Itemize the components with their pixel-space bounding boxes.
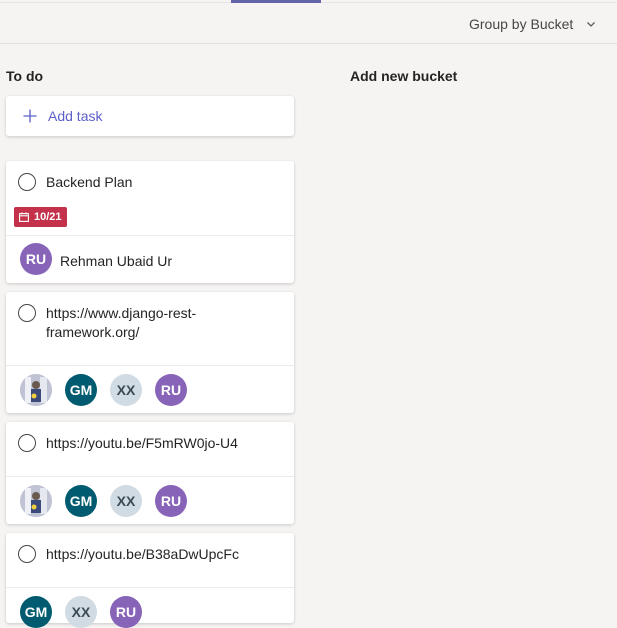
card-divider [6,476,294,477]
task-card[interactable]: Backend Plan 10/21 RU Rehman Ubaid Ur [6,161,294,283]
avatar[interactable]: RU [110,596,142,628]
add-task-label: Add task [48,108,103,124]
card-divider [6,235,294,236]
avatar[interactable]: GM [65,485,97,517]
task-title: https://youtu.be/B38aDwUpcFc [46,546,239,562]
plus-icon [23,109,37,123]
card-divider [6,365,294,366]
calendar-icon [19,212,29,222]
task-title: https://youtu.be/F5mRW0jo-U4 [46,435,238,451]
assignee-name: Rehman Ubaid Ur [60,253,173,269]
avatar-photo[interactable] [20,485,52,517]
task-card[interactable]: https://youtu.be/F5mRW0jo-U4 GM XX RU [6,422,294,524]
task-title: https://www.django-rest-framework.org/ [46,305,197,340]
top-toolbar: Group by Bucket [0,0,617,44]
avatar[interactable]: RU [155,374,187,406]
person-photo-icon [20,374,52,406]
avatar[interactable]: GM [20,596,52,628]
avatar-photo[interactable] [20,374,52,406]
avatar[interactable]: RU [20,243,52,275]
avatar[interactable]: GM [65,374,97,406]
add-task-button[interactable]: Add task [6,96,294,136]
group-by-dropdown[interactable]: Group by Bucket [469,14,597,34]
person-photo-icon [20,485,52,517]
due-date-badge: 10/21 [14,207,67,227]
card-divider [6,587,294,588]
active-tab-indicator [231,0,321,3]
bucket-title-todo: To do [6,68,44,84]
avatar[interactable]: XX [65,596,97,628]
task-card[interactable]: https://www.django-rest-framework.org/ G… [6,292,294,413]
add-new-bucket-button[interactable]: Add new bucket [350,68,457,84]
task-title: Backend Plan [46,174,133,190]
chevron-down-icon [587,22,596,27]
avatar[interactable]: RU [155,485,187,517]
task-card[interactable]: https://youtu.be/B38aDwUpcFc GM XX RU [6,533,294,628]
avatar[interactable]: XX [110,485,142,517]
due-date-text: 10/21 [34,211,62,223]
avatar[interactable]: XX [110,374,142,406]
group-by-label: Group by Bucket [469,16,574,32]
